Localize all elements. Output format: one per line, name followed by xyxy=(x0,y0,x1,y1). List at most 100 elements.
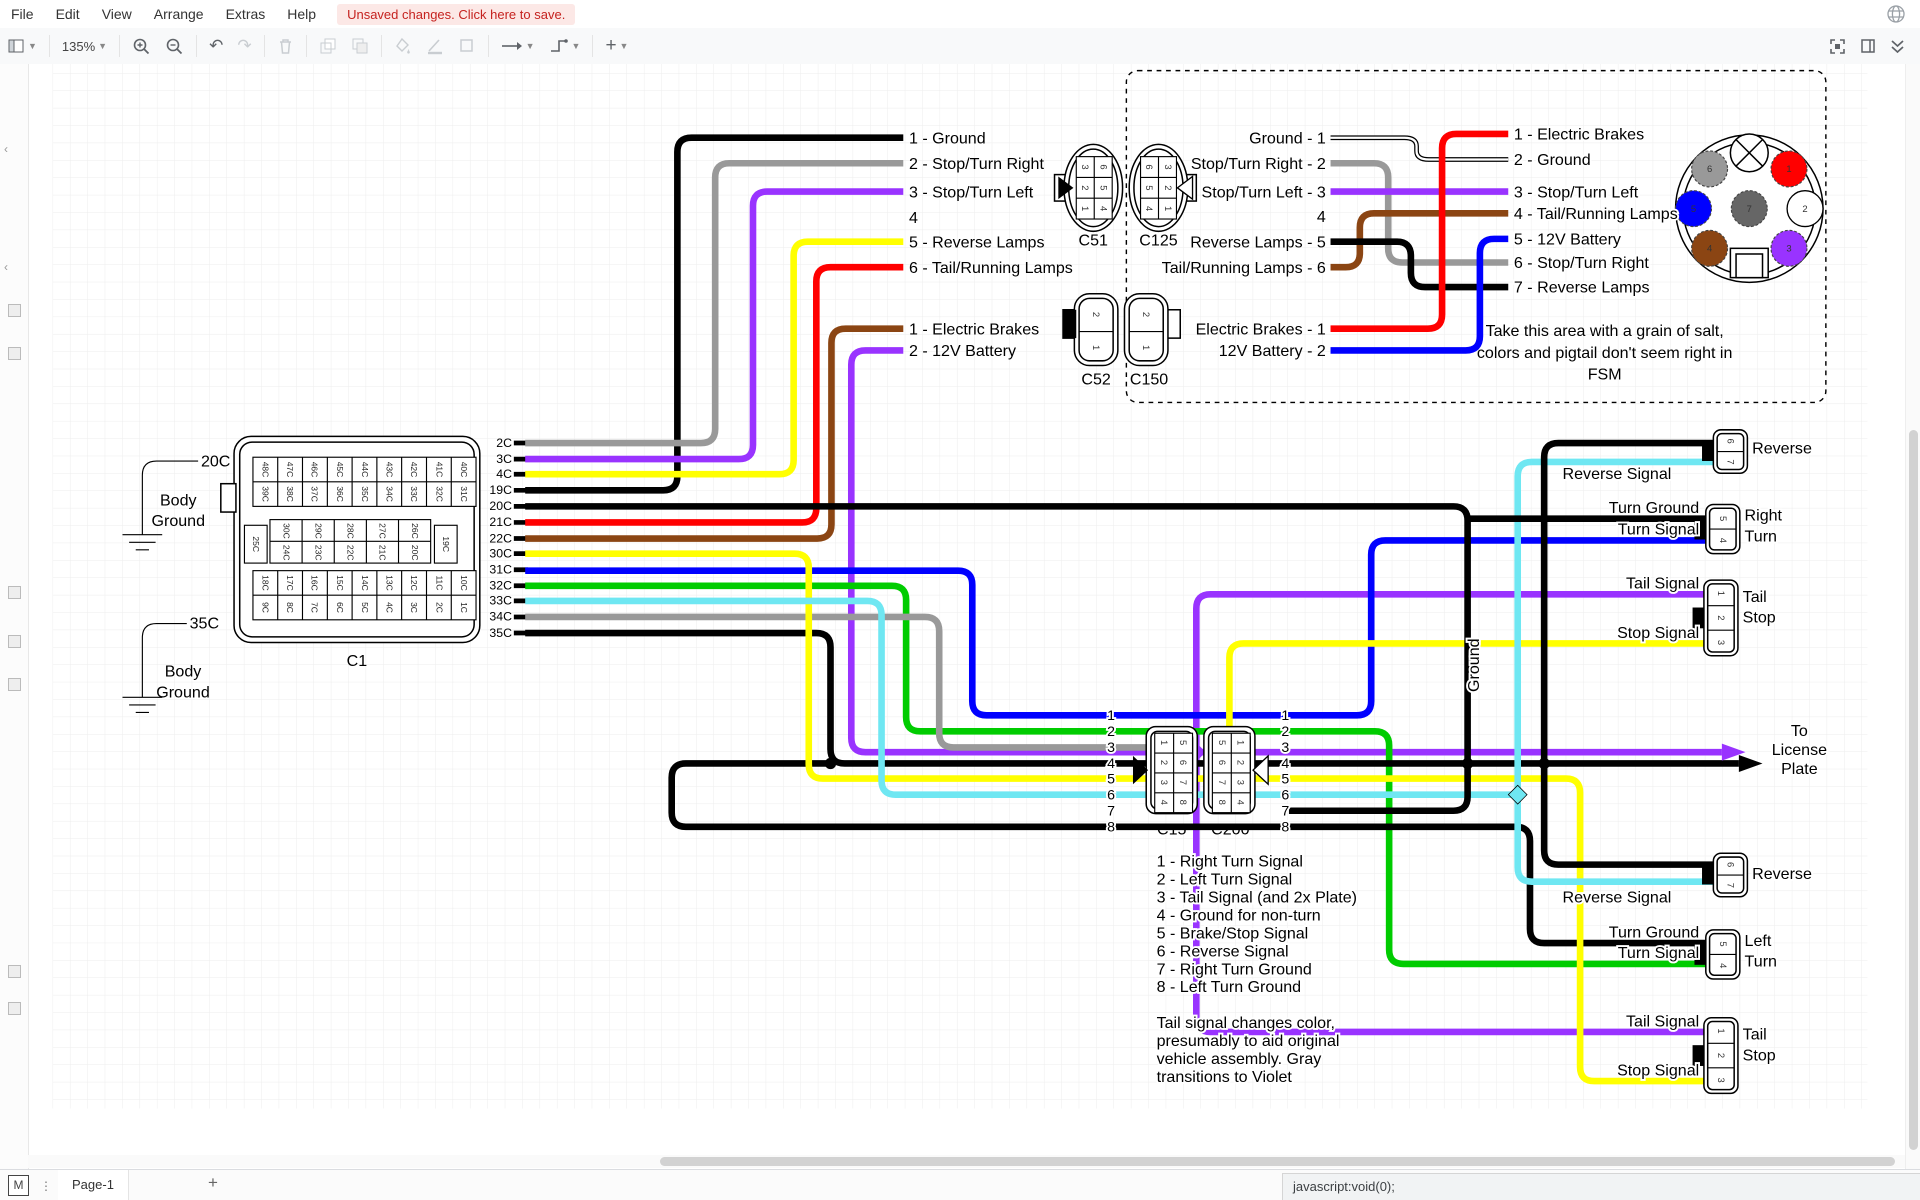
vertical-scrollbar-thumb[interactable] xyxy=(1909,430,1918,1150)
svg-text:1: 1 xyxy=(1281,708,1289,724)
label-mid-brake-2[interactable]: 12V Battery - 2 xyxy=(1219,342,1326,360)
left-strip-thumb[interactable] xyxy=(8,347,21,360)
stub-21c[interactable]: 21C xyxy=(489,515,512,529)
fill-color-button[interactable] xyxy=(387,32,419,60)
left-strip-thumb[interactable] xyxy=(8,965,21,978)
view-layout-button[interactable]: ▼ xyxy=(0,32,44,60)
label-c1[interactable]: C1 xyxy=(347,652,368,670)
stub-3c[interactable]: 3C xyxy=(496,452,512,466)
insert-button[interactable]: + ▼ xyxy=(598,32,635,60)
junction-dot-ground-right[interactable] xyxy=(1538,757,1550,770)
collapse-left-chevron-2[interactable]: ‹ xyxy=(4,260,8,274)
delete-button[interactable] xyxy=(270,32,301,60)
fsm-note-line3[interactable]: FSM xyxy=(1588,366,1622,384)
label-right-4[interactable]: 4 - Tail/Running Lamps xyxy=(1512,203,1680,225)
label-mid-5[interactable]: Reverse Lamps - 5 xyxy=(1190,233,1326,251)
zoom-in-button[interactable] xyxy=(125,32,158,60)
stub-2c[interactable]: 2C xyxy=(496,436,512,450)
label-right-7[interactable]: 7 - Reverse Lamps xyxy=(1512,277,1651,299)
label-right-1[interactable]: 1 - Electric Brakes xyxy=(1512,124,1646,146)
menu-arrange[interactable]: Arrange xyxy=(143,6,215,22)
label-left-4[interactable]: 4 xyxy=(909,209,918,227)
label-c51[interactable]: C51 xyxy=(1079,231,1109,249)
label-mid-6[interactable]: Tail/Running Lamps - 6 xyxy=(1162,259,1326,277)
label-left-brake-2[interactable]: 2 - 12V Battery xyxy=(909,342,1016,360)
label-left-3[interactable]: 3 - Stop/Turn Left xyxy=(909,183,1034,201)
line-color-button[interactable] xyxy=(419,32,451,60)
left-strip-thumb[interactable] xyxy=(8,1002,21,1015)
fsm-note-line2[interactable]: colors and pigtail don't seem right in xyxy=(1477,344,1733,362)
collapse-left-chevron-1[interactable]: ‹ xyxy=(4,142,8,156)
left-strip-thumb[interactable] xyxy=(8,304,21,317)
redo-button[interactable]: ↷ xyxy=(230,32,258,60)
zoom-level-dropdown[interactable]: 135% ▼ xyxy=(55,32,114,60)
label-left-6[interactable]: 6 - Tail/Running Lamps xyxy=(909,259,1073,277)
label-c52[interactable]: C52 xyxy=(1081,370,1111,388)
menu-help[interactable]: Help xyxy=(276,6,327,22)
stub-34c[interactable]: 34C xyxy=(489,610,512,624)
menu-edit[interactable]: Edit xyxy=(45,6,91,22)
undo-button[interactable]: ↶ xyxy=(202,32,230,60)
add-page-button[interactable]: + xyxy=(208,1173,218,1193)
label-c150[interactable]: C150 xyxy=(1130,370,1168,388)
label-left-5[interactable]: 5 - Reverse Lamps xyxy=(909,233,1045,251)
stub-32c[interactable]: 32C xyxy=(489,579,512,593)
stub-20c[interactable]: 20C xyxy=(489,499,512,513)
stub-35c[interactable]: 35C xyxy=(489,626,512,640)
unsaved-changes-banner[interactable]: Unsaved changes. Click here to save. xyxy=(337,3,576,25)
to-back-button[interactable] xyxy=(344,32,376,60)
stub-31c[interactable]: 31C xyxy=(489,562,512,576)
horizontal-scrollbar[interactable] xyxy=(28,1155,1905,1168)
label-20c-ground[interactable]: 20C xyxy=(201,453,230,471)
language-globe-icon[interactable] xyxy=(1886,4,1906,27)
waypoint-style-button[interactable]: ▼ xyxy=(542,32,588,60)
format-panel-toggle-icon[interactable] xyxy=(1853,32,1883,60)
label-left-1[interactable]: 1 - Ground xyxy=(909,129,986,147)
body-ground-bottom-line2[interactable]: Ground xyxy=(156,683,210,701)
fullscreen-icon[interactable] xyxy=(1822,32,1853,60)
collapse-toolbar-icon[interactable] xyxy=(1883,32,1912,60)
body-ground-bottom-line1[interactable]: Body xyxy=(165,663,202,681)
stub-4c[interactable]: 4C xyxy=(496,467,512,481)
left-strip-thumb[interactable] xyxy=(8,635,21,648)
label-mid-brake-1[interactable]: Electric Brakes - 1 xyxy=(1196,320,1326,338)
menu-extras[interactable]: Extras xyxy=(215,6,277,22)
label-left-brake-1[interactable]: 1 - Electric Brakes xyxy=(909,320,1039,338)
label-right-6[interactable]: 6 - Stop/Turn Right xyxy=(1512,252,1651,274)
label-mid-4[interactable]: 4 xyxy=(1317,208,1326,226)
label-right-5[interactable]: 5 - 12V Battery xyxy=(1512,229,1623,251)
menu-file[interactable]: File xyxy=(0,6,45,22)
label-c15[interactable]: C15 xyxy=(1157,820,1187,838)
label-mid-2[interactable]: Stop/Turn Right - 2 xyxy=(1191,155,1326,173)
junction-dot-ground-mid[interactable] xyxy=(1461,757,1474,770)
diagram-canvas[interactable]: 1 - Ground 2 - Stop/Turn Right 3 - Stop/… xyxy=(0,64,1920,1169)
menu-view[interactable]: View xyxy=(91,6,143,22)
stub-30c[interactable]: 30C xyxy=(489,546,512,560)
shadow-button[interactable] xyxy=(451,32,483,60)
label-right-3[interactable]: 3 - Stop/Turn Left xyxy=(1512,181,1641,203)
page-tab[interactable]: Page-1 xyxy=(58,1170,129,1200)
to-front-button[interactable] xyxy=(312,32,344,60)
stub-33c[interactable]: 33C xyxy=(489,594,512,608)
connection-style-button[interactable]: ▼ xyxy=(494,32,542,60)
junction-dot-ground-left[interactable] xyxy=(824,757,837,770)
left-strip-thumb[interactable] xyxy=(8,678,21,691)
label-mid-3[interactable]: Stop/Turn Left - 3 xyxy=(1202,183,1326,201)
label-mid-1[interactable]: Ground - 1 xyxy=(1249,129,1326,147)
label-left-2[interactable]: 2 - Stop/Turn Right xyxy=(909,155,1045,173)
label-c125[interactable]: C125 xyxy=(1139,231,1177,249)
label-35c-ground[interactable]: 35C xyxy=(190,614,219,632)
zoom-out-button[interactable] xyxy=(158,32,191,60)
body-ground-top-line1[interactable]: Body xyxy=(160,491,197,509)
stub-22c[interactable]: 22C xyxy=(489,531,512,545)
page-menu-icon[interactable]: ⋮ xyxy=(40,1179,53,1193)
left-strip-thumb[interactable] xyxy=(8,586,21,599)
label-c200[interactable]: C200 xyxy=(1211,820,1249,838)
vertical-scrollbar[interactable] xyxy=(1905,64,1920,1169)
label-right-2[interactable]: 2 - Ground xyxy=(1512,149,1592,171)
fsm-note-line1[interactable]: Take this area with a grain of salt, xyxy=(1486,322,1724,340)
body-ground-top-line2[interactable]: Ground xyxy=(152,512,206,530)
horizontal-scrollbar-thumb[interactable] xyxy=(660,1157,1895,1166)
stub-19c[interactable]: 19C xyxy=(489,483,512,497)
svg-text:1: 1 xyxy=(1158,740,1169,745)
